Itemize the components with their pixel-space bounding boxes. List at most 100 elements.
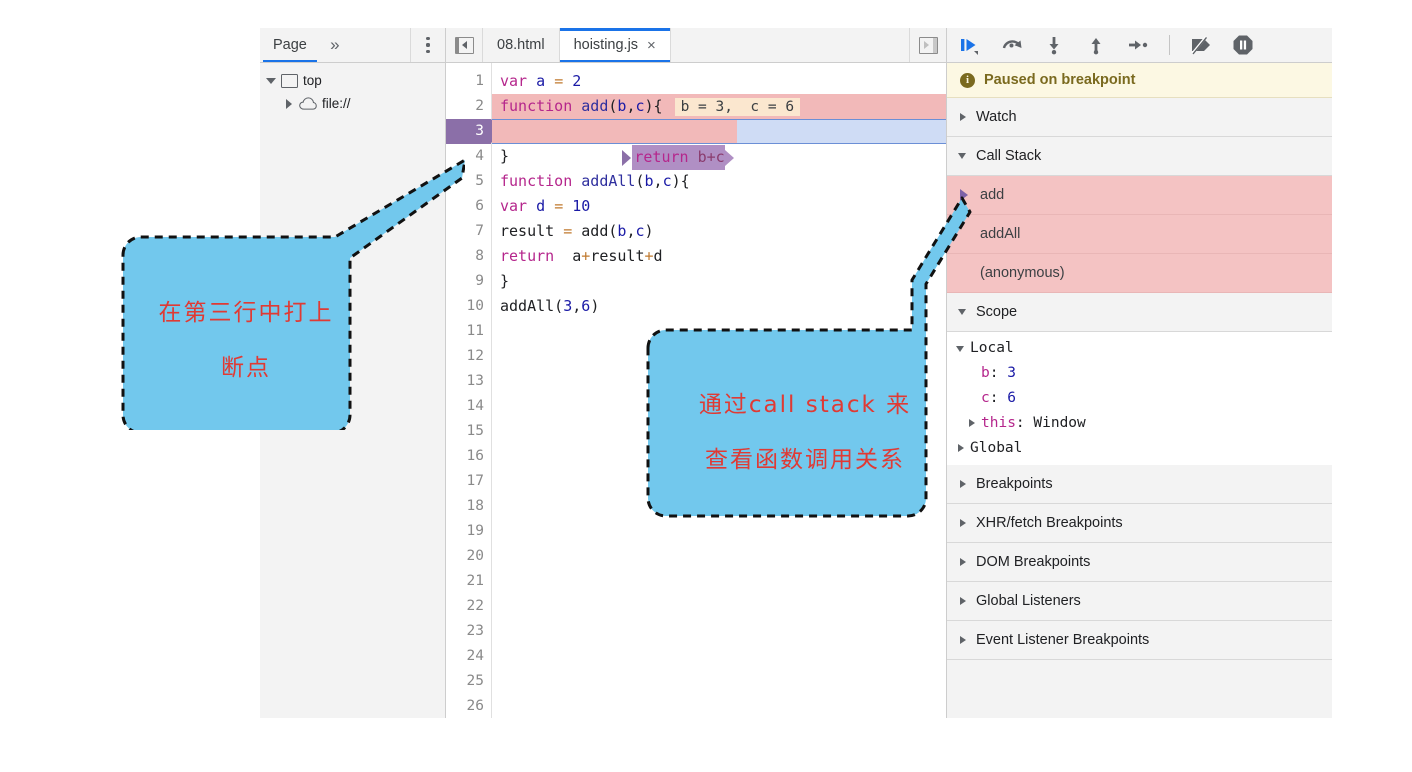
code-line[interactable]: } bbox=[492, 144, 946, 169]
scope-prop-name: c bbox=[981, 390, 990, 406]
scope-group-local-label: Local bbox=[970, 340, 1014, 356]
code-line[interactable]: return a+result+d bbox=[492, 244, 946, 269]
scope-prop-value: 3 bbox=[1007, 365, 1016, 381]
close-icon[interactable]: × bbox=[647, 38, 656, 53]
line-number[interactable]: 10 bbox=[446, 294, 491, 319]
tree-item-file-label: file:// bbox=[322, 96, 351, 111]
chevron-right-icon[interactable] bbox=[284, 98, 294, 109]
section-watch[interactable]: Watch bbox=[947, 98, 1332, 137]
line-number[interactable]: 11 bbox=[446, 319, 491, 344]
tree-item-top[interactable]: top bbox=[260, 69, 445, 92]
chevron-right-icon[interactable] bbox=[958, 635, 969, 646]
call-stack-frame-addall[interactable]: addAll bbox=[947, 215, 1332, 254]
section-xhr-fetch-breakpoints[interactable]: XHR/fetch Breakpoints bbox=[947, 504, 1332, 543]
chevron-right-icon[interactable] bbox=[958, 479, 969, 490]
section-global-listeners[interactable]: Global Listeners bbox=[947, 582, 1332, 621]
line-number[interactable]: 19 bbox=[446, 519, 491, 544]
chevron-right-icon[interactable] bbox=[956, 443, 967, 454]
kebab-dot bbox=[426, 37, 430, 41]
section-dom-breakpoints[interactable]: DOM Breakpoints bbox=[947, 543, 1332, 582]
step-into-icon[interactable] bbox=[1041, 32, 1067, 58]
chevron-down-icon[interactable] bbox=[958, 307, 969, 318]
line-number[interactable]: 17 bbox=[446, 469, 491, 494]
tab-page[interactable]: Page bbox=[260, 28, 320, 62]
scope-prop-b[interactable]: b: 3 bbox=[947, 361, 1332, 386]
line-number[interactable]: 21 bbox=[446, 569, 491, 594]
panel-collapse-left-icon[interactable] bbox=[446, 28, 483, 62]
more-tabs-icon[interactable]: » bbox=[320, 28, 350, 62]
scope-prop-c[interactable]: c: 6 bbox=[947, 386, 1332, 411]
tree-item-top-label: top bbox=[303, 73, 322, 88]
section-scope-label: Scope bbox=[976, 304, 1018, 320]
tab-hoisting-js-label: hoisting.js bbox=[573, 37, 639, 53]
editor-pane: 08.html hoisting.js × 1 2 3 4 5 6 7 8 9 … bbox=[446, 28, 947, 718]
line-number[interactable]: 20 bbox=[446, 544, 491, 569]
current-frame-marker-icon bbox=[960, 189, 968, 201]
line-number[interactable]: 18 bbox=[446, 494, 491, 519]
step-icon[interactable] bbox=[1125, 32, 1151, 58]
code-line[interactable]: result = add(b,c) bbox=[492, 219, 946, 244]
section-watch-label: Watch bbox=[976, 109, 1017, 125]
section-call-stack[interactable]: Call Stack bbox=[947, 137, 1332, 176]
code-line[interactable]: var d = 10 bbox=[492, 194, 946, 219]
code-line[interactable]: } bbox=[492, 269, 946, 294]
section-scope[interactable]: Scope bbox=[947, 293, 1332, 332]
step-over-icon[interactable] bbox=[999, 32, 1025, 58]
deactivate-breakpoints-icon[interactable] bbox=[1188, 32, 1214, 58]
chevron-right-icon[interactable] bbox=[958, 112, 969, 123]
panel-expand-right-icon[interactable] bbox=[909, 28, 946, 62]
line-number[interactable]: 24 bbox=[446, 644, 491, 669]
tree-item-file[interactable]: file:// bbox=[260, 92, 445, 115]
code-editor[interactable]: 1 2 3 4 5 6 7 8 9 10 11 12 13 14 15 16 1 bbox=[446, 63, 946, 718]
resume-icon[interactable] bbox=[957, 32, 983, 58]
chevron-right-icon[interactable] bbox=[958, 596, 969, 607]
chevron-down-icon[interactable] bbox=[958, 151, 969, 162]
scope-group-local[interactable]: Local bbox=[947, 336, 1332, 361]
line-number[interactable]: 9 bbox=[446, 269, 491, 294]
line-number[interactable]: 1 bbox=[446, 69, 491, 94]
line-number[interactable]: 2 bbox=[446, 94, 491, 119]
code-line[interactable]: function add(b,c){b = 3, c = 6 bbox=[492, 94, 946, 119]
line-number[interactable]: 15 bbox=[446, 419, 491, 444]
chevron-right-icon[interactable] bbox=[958, 518, 969, 529]
pause-on-exceptions-icon[interactable] bbox=[1230, 32, 1256, 58]
line-number[interactable]: 25 bbox=[446, 669, 491, 694]
code-line-breakpoint[interactable]: return b+c bbox=[492, 119, 946, 170]
tab-hoisting-js[interactable]: hoisting.js × bbox=[559, 28, 671, 62]
line-number[interactable]: 14 bbox=[446, 394, 491, 419]
chevron-right-icon[interactable] bbox=[967, 418, 978, 429]
section-breakpoints[interactable]: Breakpoints bbox=[947, 465, 1332, 504]
line-number-gutter[interactable]: 1 2 3 4 5 6 7 8 9 10 11 12 13 14 15 16 1 bbox=[446, 63, 503, 718]
code-line[interactable]: addAll(3,6) bbox=[492, 294, 946, 319]
line-number[interactable]: 26 bbox=[446, 694, 491, 718]
tab-08-html[interactable]: 08.html bbox=[483, 28, 560, 62]
chevron-down-icon[interactable] bbox=[266, 76, 276, 86]
line-number[interactable]: 22 bbox=[446, 594, 491, 619]
more-tabs-label: » bbox=[330, 35, 340, 54]
code-line[interactable]: function addAll(b,c){ bbox=[492, 169, 946, 194]
line-number[interactable]: 5 bbox=[446, 169, 491, 194]
code-line[interactable]: var a = 2 bbox=[492, 69, 946, 94]
chevron-right-icon[interactable] bbox=[958, 557, 969, 568]
line-number[interactable]: 23 bbox=[446, 619, 491, 644]
scope-prop-name: this bbox=[981, 415, 1016, 431]
scope-prop-this[interactable]: this: Window bbox=[947, 411, 1332, 436]
more-vertical-icon[interactable] bbox=[410, 28, 445, 62]
call-stack-frame-add[interactable]: add bbox=[947, 176, 1332, 215]
call-stack-frame-anonymous[interactable]: (anonymous) bbox=[947, 254, 1332, 293]
line-number[interactable]: 4 bbox=[446, 144, 491, 169]
line-number[interactable]: 16 bbox=[446, 444, 491, 469]
chevron-down-icon[interactable] bbox=[956, 343, 967, 354]
line-number[interactable]: 13 bbox=[446, 369, 491, 394]
line-number[interactable]: 7 bbox=[446, 219, 491, 244]
scope-group-global[interactable]: Global bbox=[947, 436, 1332, 461]
line-number[interactable]: 6 bbox=[446, 194, 491, 219]
tab-08-html-label: 08.html bbox=[497, 37, 545, 53]
line-number-breakpoint[interactable]: 3 bbox=[446, 119, 503, 144]
section-event-listener-breakpoints[interactable]: Event Listener Breakpoints bbox=[947, 621, 1332, 660]
line-number[interactable]: 8 bbox=[446, 244, 491, 269]
step-out-icon[interactable] bbox=[1083, 32, 1109, 58]
code-lines[interactable]: var a = 2 function add(b,c){b = 3, c = 6… bbox=[492, 63, 946, 718]
section-event-listener-breakpoints-label: Event Listener Breakpoints bbox=[976, 632, 1150, 648]
line-number[interactable]: 12 bbox=[446, 344, 491, 369]
